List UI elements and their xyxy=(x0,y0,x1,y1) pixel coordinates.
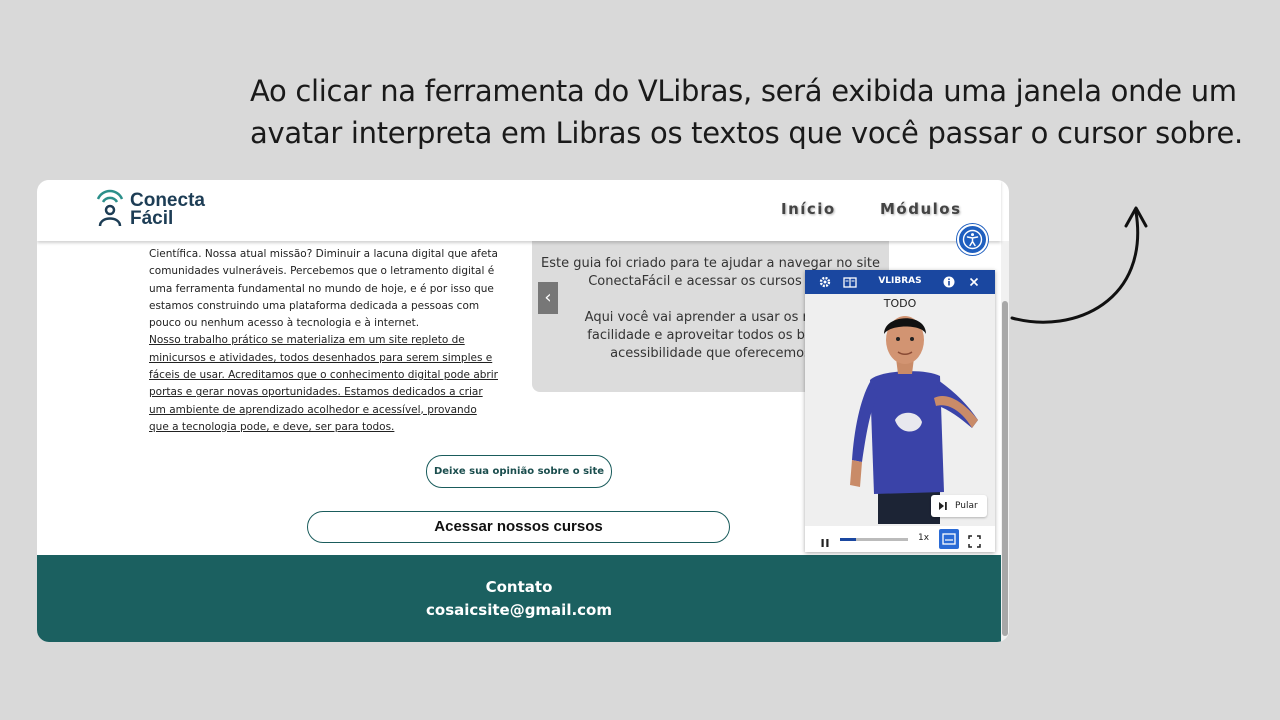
skip-label: Pular xyxy=(955,501,978,511)
access-courses-button[interactable]: Acessar nossos cursos xyxy=(307,511,730,543)
accessibility-icon xyxy=(962,229,983,250)
site-footer: Contato cosaicsite@gmail.com xyxy=(37,555,1001,642)
logo[interactable]: Conecta Fácil xyxy=(95,186,235,230)
carousel-prev-button[interactable]: ‹ xyxy=(538,282,558,314)
caption: Ao clicar na ferramenta do VLibras, será… xyxy=(250,70,1250,154)
curved-arrow-icon xyxy=(1010,206,1148,324)
scrollbar-thumb[interactable] xyxy=(1002,301,1008,636)
speed-control[interactable]: 1x xyxy=(918,533,929,543)
about-paragraph: Científica. Nossa atual missão? Diminuir… xyxy=(149,248,498,330)
logo-icon xyxy=(96,189,124,226)
vlibras-controls: 1x xyxy=(805,526,995,552)
skip-button[interactable]: Pular xyxy=(931,495,987,517)
skip-icon xyxy=(939,502,947,510)
vlibras-title: VLIBRAS xyxy=(878,276,922,286)
logo-text: Conecta Fácil xyxy=(130,191,205,229)
site-header: Conecta Fácil Início Módulos xyxy=(37,180,1001,241)
subtitles-icon[interactable] xyxy=(939,529,959,549)
playback-progress[interactable] xyxy=(840,538,908,541)
playback-progress-fill xyxy=(840,538,856,541)
vlibras-gloss: TODO xyxy=(883,297,917,310)
logo-line-2: Fácil xyxy=(130,208,174,229)
about-text: Científica. Nossa atual missão? Diminuir… xyxy=(149,246,499,436)
avatar-illustration xyxy=(850,316,978,524)
accessibility-button[interactable] xyxy=(957,224,988,255)
dictionary-icon[interactable] xyxy=(843,275,857,289)
opinion-button[interactable]: Deixe sua opinião sobre o site xyxy=(426,455,612,488)
vlibras-widget: VLIBRAS TODO Pular 1x xyxy=(805,270,995,552)
about-paragraph-underlined: Nosso trabalho prático se materializa em… xyxy=(149,334,498,433)
pause-icon[interactable] xyxy=(819,534,831,547)
info-icon[interactable] xyxy=(942,275,956,289)
footer-contact-title: Contato xyxy=(485,578,553,596)
nav-modulos[interactable]: Módulos xyxy=(880,200,962,218)
caption-line-1: Ao clicar na ferramenta do VLibras, será… xyxy=(250,74,1237,108)
scrollbar[interactable] xyxy=(1001,241,1009,642)
vlibras-titlebar: VLIBRAS xyxy=(805,270,995,294)
close-icon[interactable] xyxy=(967,275,981,289)
gear-icon[interactable] xyxy=(818,275,832,289)
fullscreen-icon[interactable] xyxy=(968,533,981,548)
caption-line-2: avatar interpreta em Libras os textos qu… xyxy=(250,116,1243,150)
footer-email[interactable]: cosaicsite@gmail.com xyxy=(37,601,1001,619)
nav-inicio[interactable]: Início xyxy=(781,200,836,218)
